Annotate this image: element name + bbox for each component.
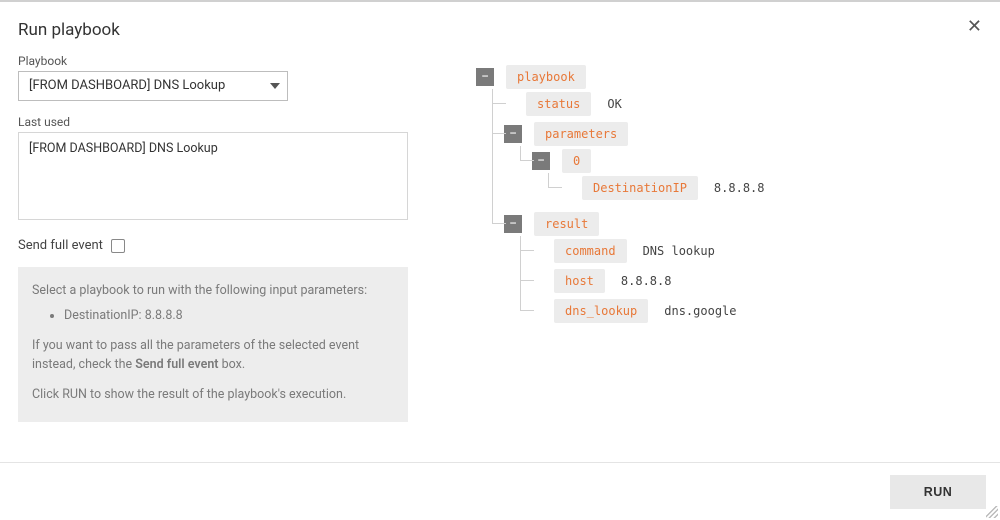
- send-full-event-label: Send full event: [18, 238, 103, 253]
- playbook-label: Playbook: [18, 54, 418, 68]
- run-button[interactable]: RUN: [890, 475, 986, 509]
- chevron-down-icon: [270, 83, 280, 89]
- collapse-icon[interactable]: −: [532, 152, 550, 170]
- info-line-1: Select a playbook to run with the follow…: [32, 281, 394, 300]
- result-tree: − playbook status OK −: [418, 20, 982, 464]
- tree-node-parameters: − parameters − 0: [506, 119, 982, 209]
- key-result: result: [534, 212, 599, 236]
- val-host: 8.8.8.8: [615, 274, 672, 288]
- key-destinationip: DestinationIP: [582, 176, 698, 200]
- last-used-box[interactable]: [FROM DASHBOARD] DNS Lookup: [18, 132, 408, 220]
- key-dns-lookup: dns_lookup: [554, 299, 648, 323]
- tree-node-destinationip: DestinationIP 8.8.8.8: [562, 173, 982, 203]
- left-panel: Run playbook Playbook [FROM DASHBOARD] D…: [18, 20, 418, 464]
- key-command: command: [554, 239, 627, 263]
- send-full-event-checkbox[interactable]: [111, 239, 125, 253]
- modal-content: Run playbook Playbook [FROM DASHBOARD] D…: [0, 2, 1000, 464]
- close-icon[interactable]: ✕: [967, 18, 982, 36]
- playbook-select[interactable]: [FROM DASHBOARD] DNS Lookup: [18, 71, 288, 101]
- last-used-label: Last used: [18, 115, 418, 129]
- tree-node-command: command DNS lookup: [534, 236, 982, 266]
- info-line-2b: Send full event: [135, 357, 218, 372]
- modal-title: Run playbook: [18, 20, 418, 40]
- val-status: OK: [601, 97, 621, 111]
- key-playbook: playbook: [506, 65, 586, 89]
- info-bullet-destinationip: DestinationIP: 8.8.8.8: [64, 306, 394, 325]
- run-playbook-modal: ✕ Run playbook Playbook [FROM DASHBOARD]…: [0, 0, 1000, 520]
- collapse-icon[interactable]: −: [504, 215, 522, 233]
- info-box: Select a playbook to run with the follow…: [18, 267, 408, 422]
- collapse-icon[interactable]: −: [504, 125, 522, 143]
- tree-node-param-0: − 0 DestinationIP 8.8.8.8: [534, 146, 982, 206]
- key-status: status: [526, 92, 591, 116]
- tree-node-result: − result command DNS lookup: [506, 209, 982, 329]
- collapse-icon[interactable]: −: [476, 68, 494, 86]
- key-parameters: parameters: [534, 122, 628, 146]
- last-used-value: [FROM DASHBOARD] DNS Lookup: [29, 141, 218, 156]
- tree-node-status: status OK: [506, 89, 982, 119]
- val-command: DNS lookup: [637, 244, 715, 258]
- val-dns-lookup: dns.google: [658, 304, 736, 318]
- playbook-select-value: [FROM DASHBOARD] DNS Lookup: [18, 71, 288, 101]
- send-full-event-row: Send full event: [18, 238, 418, 253]
- key-host: host: [554, 269, 605, 293]
- key-param-0: 0: [562, 149, 591, 173]
- tree-node-dns-lookup: dns_lookup dns.google: [534, 296, 982, 326]
- info-line-2c: box.: [219, 357, 246, 372]
- modal-footer: RUN: [0, 462, 1000, 520]
- tree-node-playbook: − playbook status OK −: [478, 62, 982, 332]
- tree-node-host: host 8.8.8.8: [534, 266, 982, 296]
- info-line-2: If you want to pass all the parameters o…: [32, 336, 394, 375]
- info-line-3: Click RUN to show the result of the play…: [32, 385, 394, 404]
- val-destinationip: 8.8.8.8: [708, 181, 765, 195]
